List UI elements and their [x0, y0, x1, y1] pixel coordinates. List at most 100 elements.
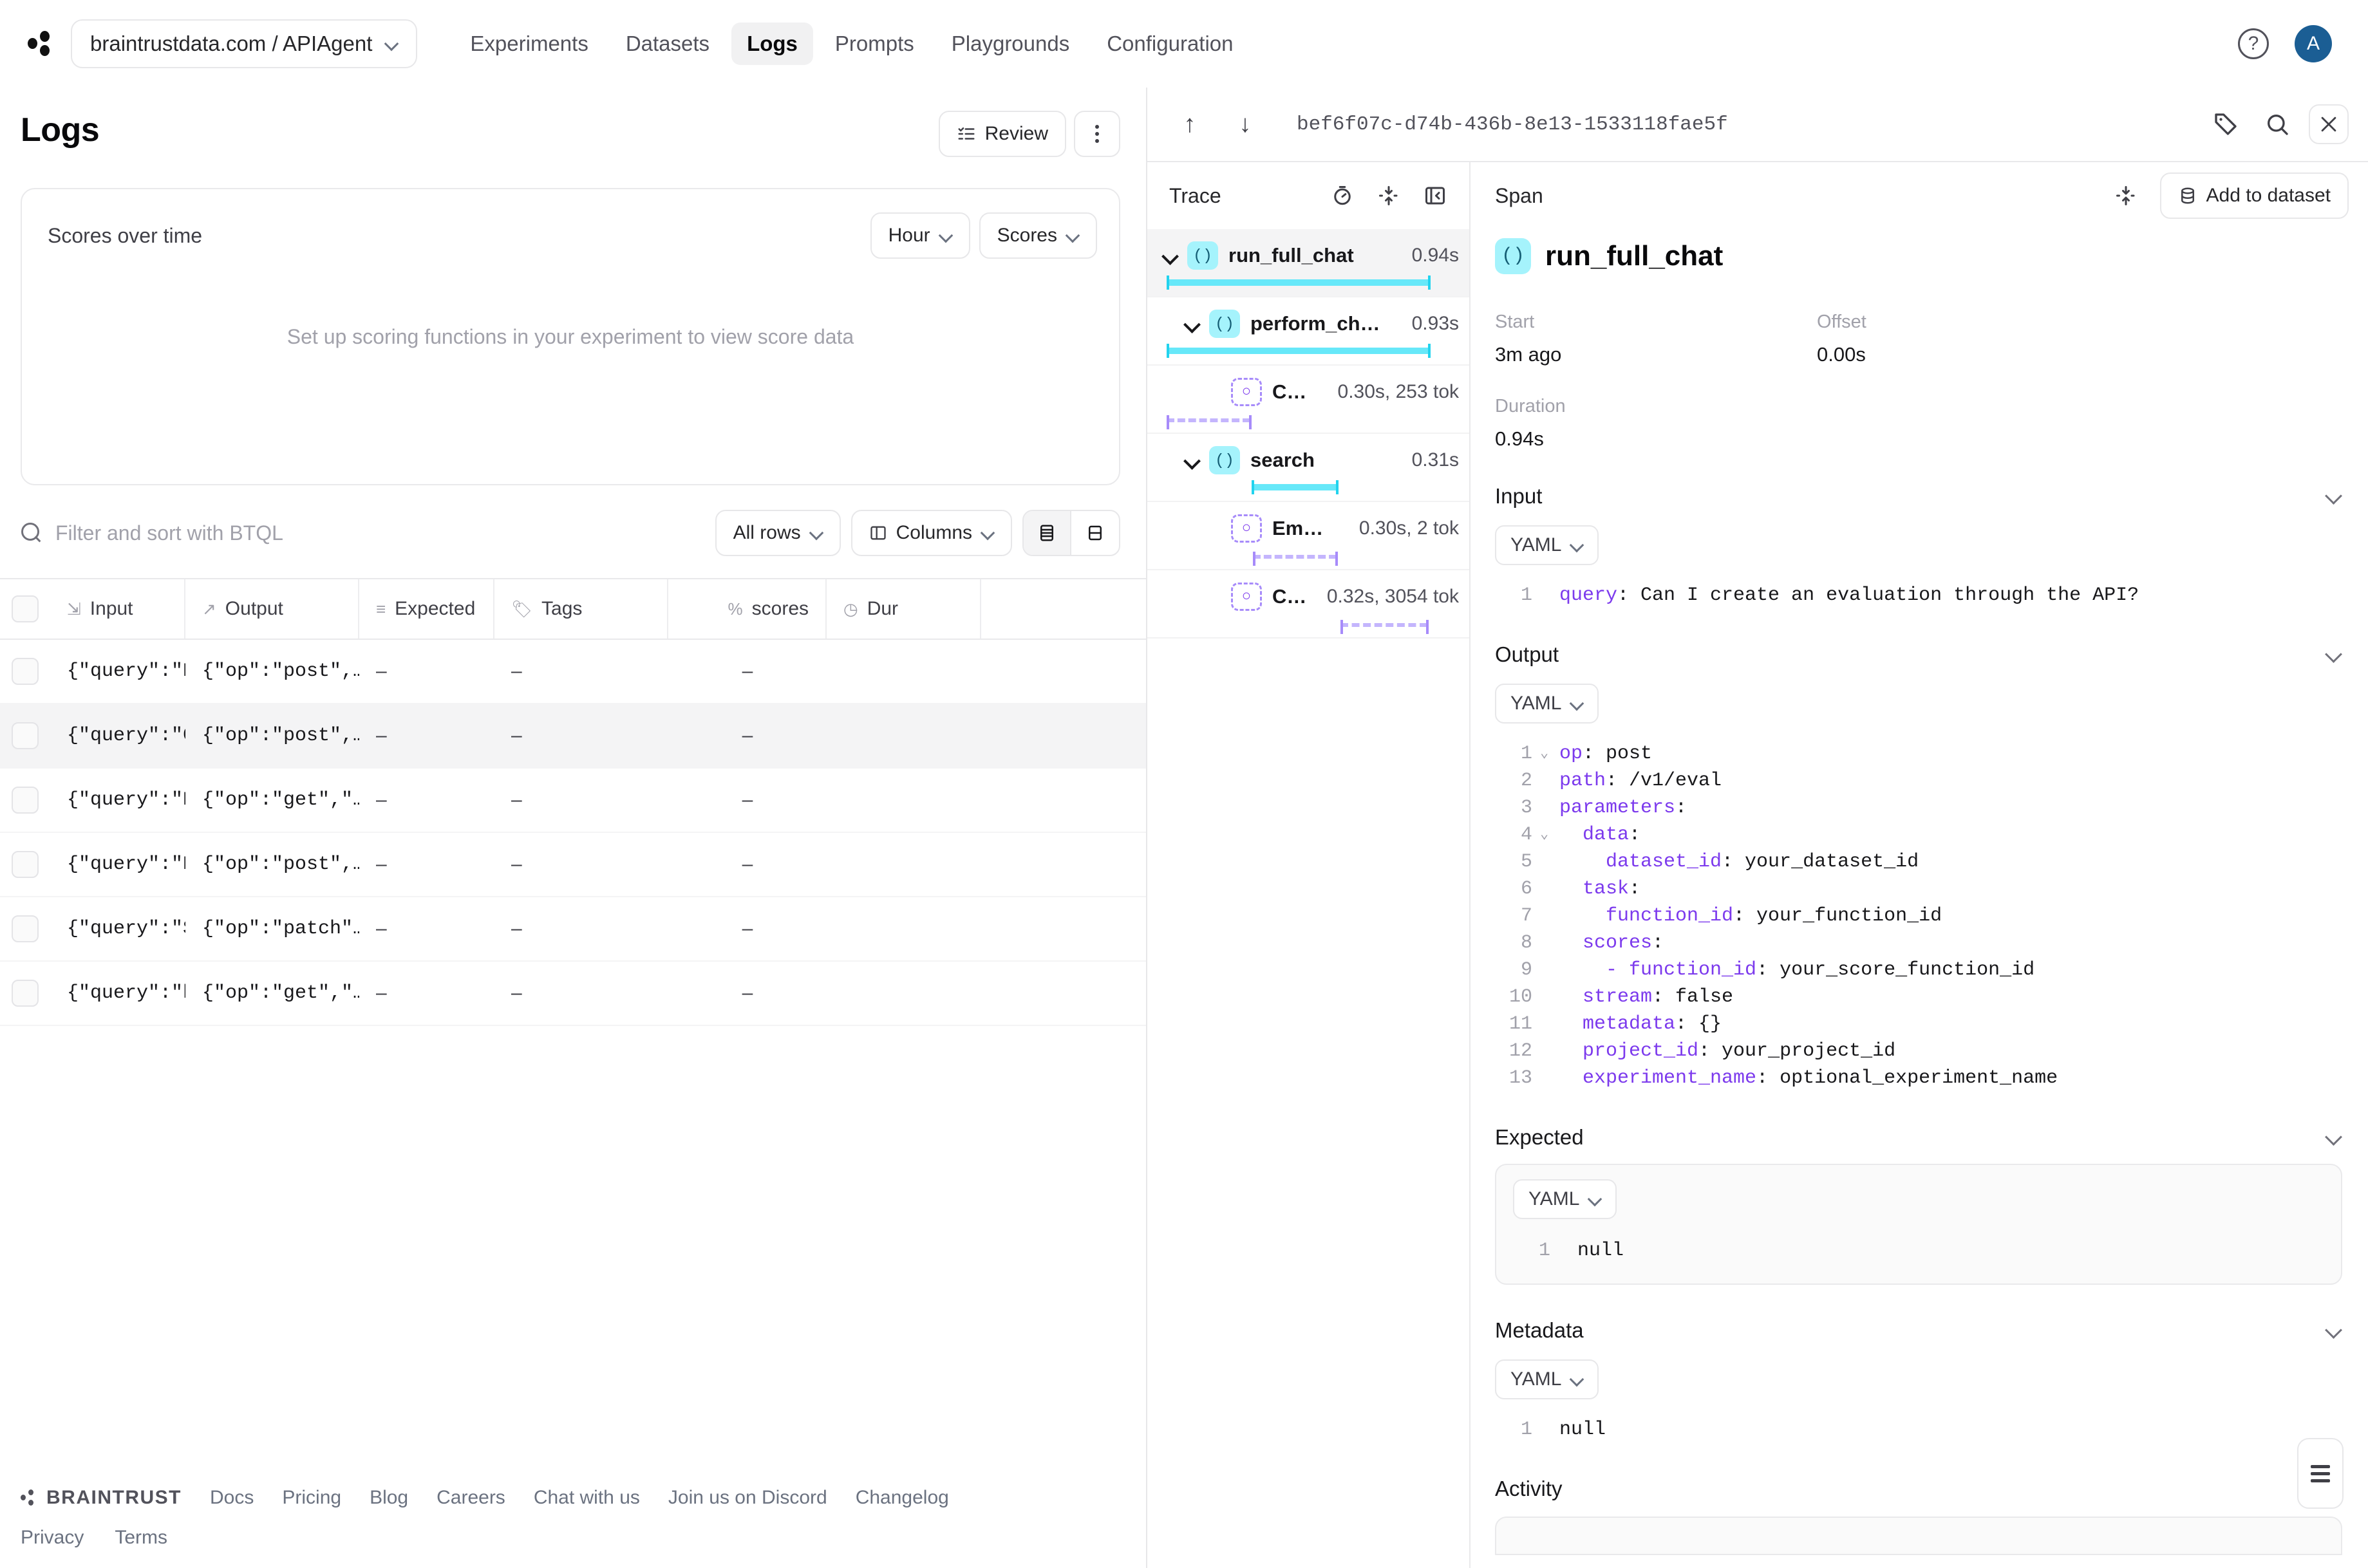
footer-link-terms[interactable]: Terms	[115, 1527, 167, 1549]
column-header-duration[interactable]: ◷ Dur	[827, 579, 981, 639]
chevron-down-icon[interactable]	[1181, 313, 1203, 335]
row-checkbox[interactable]	[12, 980, 39, 1007]
table-row[interactable]: {"query":"How…{"op":"post",…–––	[0, 833, 1146, 897]
input-format-select[interactable]: YAML	[1495, 525, 1599, 565]
chevron-down-icon[interactable]	[2326, 646, 2342, 663]
columns-button[interactable]: Columns	[850, 510, 1012, 556]
table-row[interactable]: {"query":"how…{"op":"get","…–––	[0, 962, 1146, 1026]
table-row[interactable]: {"query":"Sub…{"op":"patch"…–––	[0, 897, 1146, 962]
tab-datasets[interactable]: Datasets	[610, 23, 725, 65]
braintrust-logo-icon[interactable]	[26, 29, 55, 59]
search-input[interactable]	[55, 521, 705, 545]
footer-link-changelog[interactable]: Changelog	[856, 1487, 949, 1509]
trace-tree-node[interactable]: ○ C… 0.32s, 3054 tok	[1147, 570, 1469, 639]
project-selector[interactable]: braintrustdata.com / APIAgent	[71, 19, 418, 68]
chevron-down-icon[interactable]	[1159, 245, 1181, 266]
span-detail-column: Span Add to dataset () run_full_chat Sta…	[1471, 162, 2368, 1568]
close-trace-button[interactable]	[2309, 104, 2349, 144]
row-select-cell	[0, 704, 50, 767]
footer-link-careers[interactable]: Careers	[437, 1487, 505, 1509]
row-checkbox[interactable]	[12, 722, 39, 749]
row-checkbox[interactable]	[12, 658, 39, 685]
more-options-button[interactable]	[1074, 111, 1120, 157]
review-button[interactable]: Review	[938, 111, 1066, 157]
footer-link-discord[interactable]: Join us on Discord	[668, 1487, 827, 1509]
activity-section-header: Activity	[1495, 1477, 2342, 1501]
footer-brand-label: BRAINTRUST	[46, 1487, 182, 1508]
search-trace-button[interactable]	[2257, 104, 2297, 144]
footer-link-chat-with-us[interactable]: Chat with us	[534, 1487, 640, 1509]
table-row[interactable]: {"query":"How…{"op":"get","…–––	[0, 769, 1146, 833]
previous-trace-button[interactable]: ↑	[1172, 106, 1208, 142]
tag-button[interactable]	[2206, 104, 2246, 144]
timing-toggle-button[interactable]	[1322, 176, 1362, 216]
code-value: :	[1629, 878, 1641, 900]
code-line-number: 1	[1520, 1419, 1532, 1441]
column-header-expected[interactable]: ≡ Expected	[359, 579, 494, 639]
trace-id: bef6f07c-d74b-436b-8e13-1533118fae5f	[1297, 113, 1728, 136]
code-line: 4 ⌄ data:	[1495, 821, 2342, 848]
view-mode-rows-button[interactable]	[1024, 511, 1071, 555]
chevron-down-icon[interactable]	[2326, 488, 2342, 505]
table-row[interactable]: {"query":"How…{"op":"post",…–––	[0, 640, 1146, 704]
column-header-input[interactable]: ⇲ Input	[50, 579, 185, 639]
row-checkbox[interactable]	[12, 915, 39, 942]
timeline-segment	[1253, 552, 1338, 566]
column-header-scores[interactable]: % scores	[668, 579, 827, 639]
span-sidebar-toggle-button[interactable]	[2297, 1438, 2344, 1509]
all-rows-select[interactable]: All rows	[715, 510, 841, 556]
chevron-down-icon[interactable]	[1181, 449, 1203, 471]
cell-input: {"query":"How…	[67, 854, 185, 875]
span-title: run_full_chat	[1545, 240, 1724, 272]
chevron-down-icon[interactable]	[2326, 1322, 2342, 1339]
row-checkbox[interactable]	[12, 851, 39, 878]
expected-format-select[interactable]: YAML	[1513, 1179, 1617, 1219]
code-fold-toggle[interactable]: ⌄	[1540, 821, 1559, 848]
tab-logs[interactable]: Logs	[731, 23, 813, 65]
next-trace-button[interactable]: ↓	[1227, 106, 1263, 142]
metadata-format-select[interactable]: YAML	[1495, 1359, 1599, 1399]
trace-tree-node[interactable]: ○ Em… 0.30s, 2 tok	[1147, 502, 1469, 570]
collapse-all-button[interactable]	[1369, 176, 1409, 216]
add-to-dataset-button[interactable]: Add to dataset	[2159, 173, 2349, 219]
table-rows-icon	[1040, 525, 1053, 541]
span-collapse-all-button[interactable]	[2106, 176, 2146, 216]
equals-icon: ≡	[376, 599, 386, 619]
footer-links-row: BRAINTRUST Docs Pricing Blog Careers Cha…	[21, 1487, 1120, 1509]
span-detail-body: () run_full_chat Start 3m ago Offset 0.0…	[1471, 229, 2368, 1568]
chevron-down-icon	[1588, 1193, 1601, 1206]
view-mode-split-button[interactable]	[1071, 511, 1119, 555]
column-header-tags[interactable]: 🏷 Tags	[494, 579, 668, 639]
column-header-output[interactable]: ↗ Output	[185, 579, 359, 639]
cell-tags: –	[511, 982, 522, 1003]
trace-tree-node[interactable]: () perform_ch… 0.93s	[1147, 297, 1469, 366]
tab-playgrounds[interactable]: Playgrounds	[936, 23, 1085, 65]
table-row[interactable]: {"query":"Can…{"op":"post",…–––	[0, 704, 1146, 769]
database-icon	[2181, 187, 2194, 204]
code-value: : your_score_function_id	[1756, 959, 2035, 981]
output-format-select[interactable]: YAML	[1495, 684, 1599, 723]
collapse-panel-button[interactable]	[1415, 176, 1455, 216]
select-all-checkbox[interactable]	[12, 595, 39, 622]
code-value: :	[1675, 797, 1687, 819]
footer-link-docs[interactable]: Docs	[210, 1487, 254, 1509]
footer-link-privacy[interactable]: Privacy	[21, 1527, 84, 1549]
help-icon[interactable]: ?	[2238, 28, 2269, 59]
tab-configuration[interactable]: Configuration	[1091, 23, 1248, 65]
footer-link-pricing[interactable]: Pricing	[282, 1487, 341, 1509]
trace-tree-node[interactable]: () run_full_chat 0.94s	[1147, 229, 1469, 297]
footer-link-blog[interactable]: Blog	[370, 1487, 408, 1509]
trace-tree-node[interactable]: () search 0.31s	[1147, 434, 1469, 502]
footer-brand: BRAINTRUST	[21, 1487, 182, 1509]
trace-tree-node[interactable]: ○ C… 0.30s, 253 tok	[1147, 366, 1469, 434]
expected-code-block: 1 null	[1513, 1237, 2324, 1264]
tab-experiments[interactable]: Experiments	[455, 23, 603, 65]
row-checkbox[interactable]	[12, 787, 39, 814]
chevron-down-icon	[1570, 1373, 1583, 1386]
chevron-down-icon[interactable]	[2326, 1129, 2342, 1146]
timeline-segment	[1167, 415, 1252, 429]
tab-prompts[interactable]: Prompts	[820, 23, 930, 65]
code-fold-toggle[interactable]: ⌄	[1540, 740, 1559, 767]
code-key: - function_id	[1559, 959, 1757, 981]
avatar[interactable]: A	[2295, 25, 2332, 62]
